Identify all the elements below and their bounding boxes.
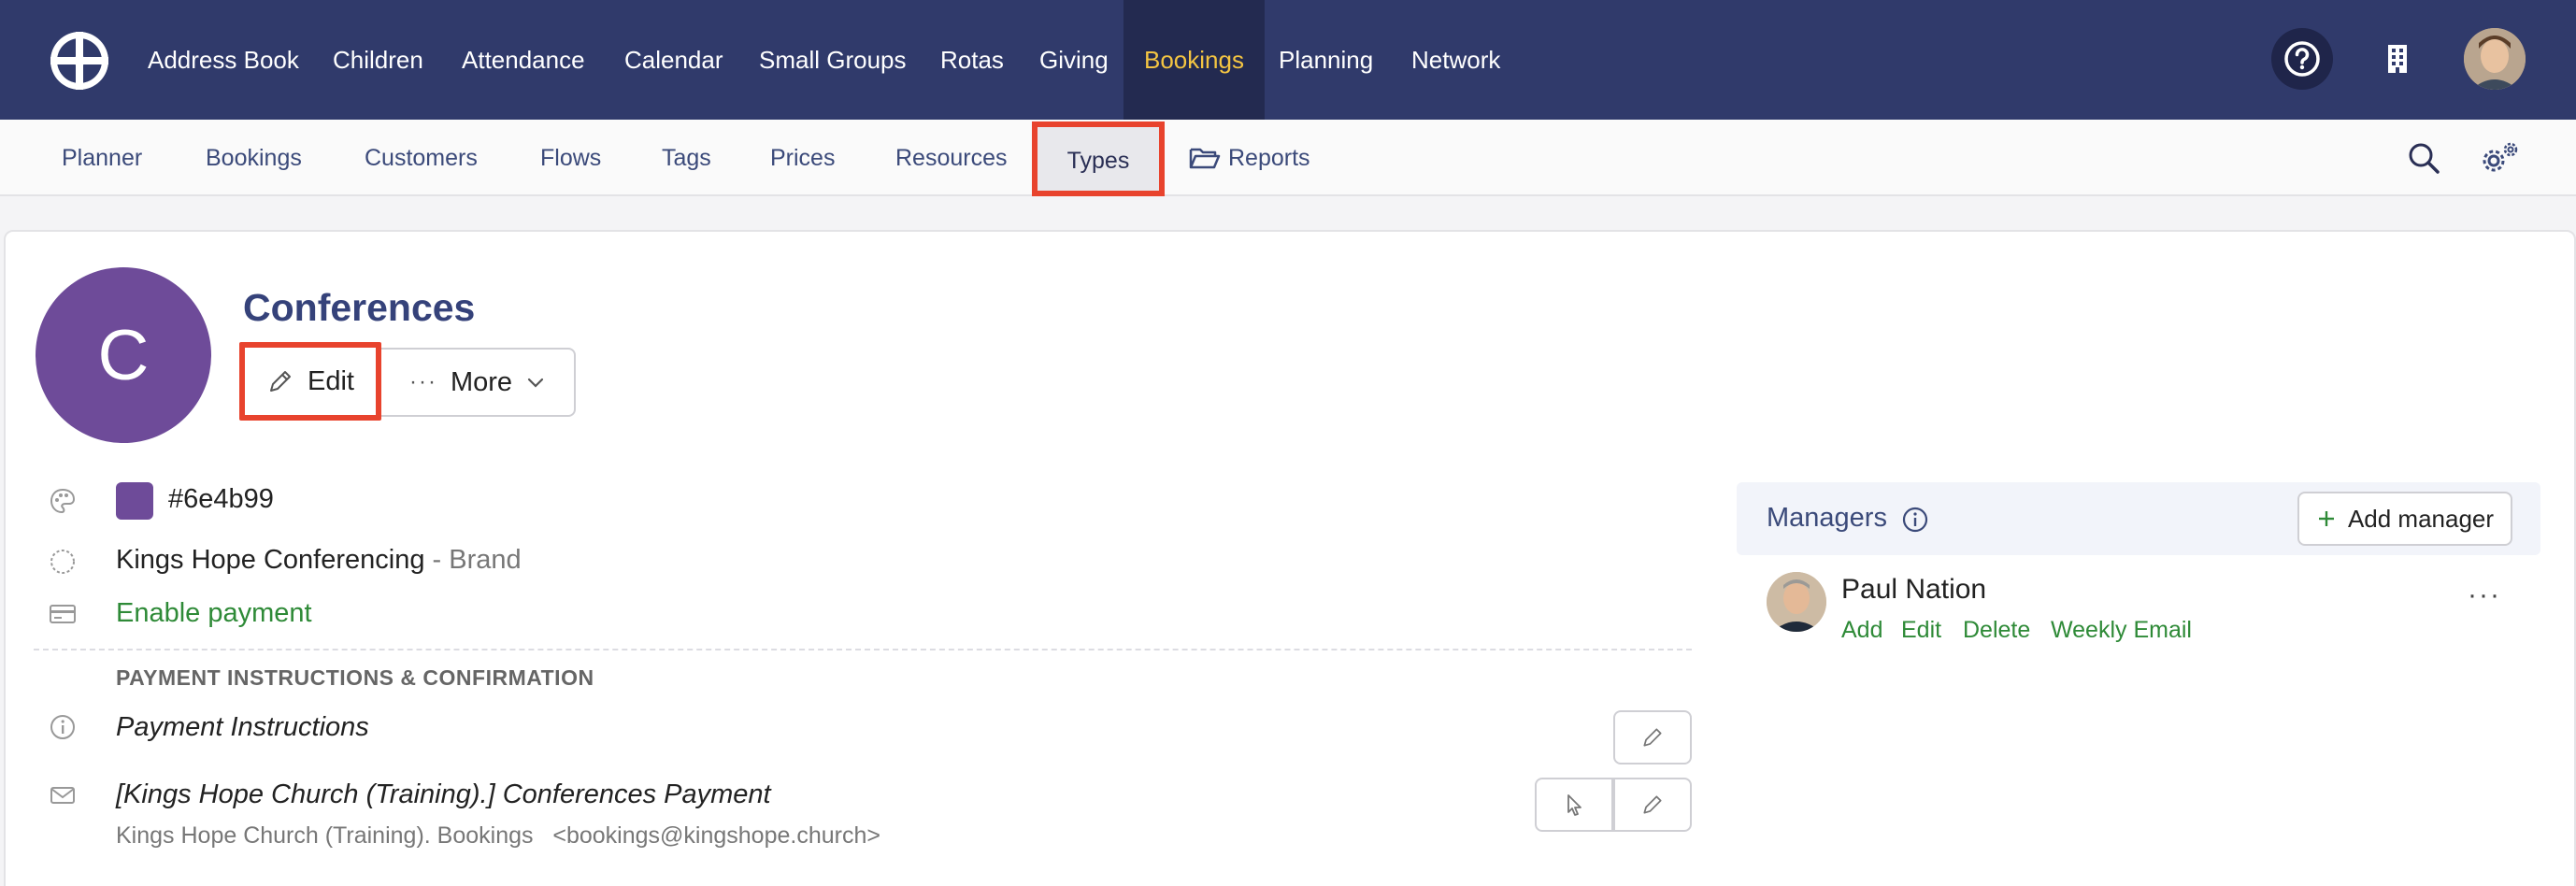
subnav-planner[interactable]: Planner bbox=[62, 120, 142, 196]
church-logo-icon[interactable] bbox=[49, 30, 110, 92]
pencil-icon bbox=[1643, 728, 1662, 747]
type-avatar: C bbox=[36, 267, 211, 443]
color-swatch bbox=[116, 482, 153, 520]
nav-network[interactable]: Network bbox=[1411, 0, 1500, 120]
nav-rotas[interactable]: Rotas bbox=[940, 0, 1004, 120]
pencil-icon bbox=[270, 371, 291, 392]
search-icon[interactable] bbox=[2406, 140, 2441, 176]
edit-button-label: Edit bbox=[308, 365, 354, 396]
plus-icon bbox=[2318, 511, 2334, 526]
email-sender: Kings Hope Church (Training). Bookings <… bbox=[116, 822, 880, 850]
help-icon bbox=[2284, 41, 2320, 77]
edit-button[interactable]: Edit bbox=[239, 342, 381, 421]
add-manager-button[interactable]: Add manager bbox=[2297, 492, 2512, 546]
sub-navigation: Planner Bookings Customers Flows Tags Pr… bbox=[0, 120, 2576, 196]
subnav-resources[interactable]: Resources bbox=[895, 120, 1008, 196]
user-avatar[interactable] bbox=[2464, 28, 2526, 90]
brand-row: Kings Hope Conferencing - Brand bbox=[116, 545, 522, 576]
subnav-tags[interactable]: Tags bbox=[662, 120, 711, 196]
settings-gear-icon[interactable] bbox=[2479, 140, 2520, 176]
nav-attendance[interactable]: Attendance bbox=[462, 0, 585, 120]
nav-giving[interactable]: Giving bbox=[1039, 0, 1109, 120]
building-icon bbox=[2388, 45, 2407, 73]
nav-children[interactable]: Children bbox=[333, 0, 423, 120]
nav-address-book[interactable]: Address Book bbox=[148, 0, 299, 120]
edit-instructions-button[interactable] bbox=[1613, 710, 1692, 765]
folder-open-icon bbox=[1189, 148, 1221, 169]
nav-calendar[interactable]: Calendar bbox=[624, 0, 723, 120]
envelope-icon bbox=[50, 787, 75, 804]
top-navigation: Address Book Children Attendance Calenda… bbox=[0, 0, 2576, 120]
manager-delete-link[interactable]: Delete bbox=[1963, 617, 2030, 644]
preview-email-button[interactable] bbox=[1535, 778, 1613, 832]
chevron-down-icon bbox=[527, 378, 544, 388]
subnav-reports[interactable]: Reports bbox=[1228, 120, 1310, 196]
edit-email-button[interactable] bbox=[1613, 778, 1692, 832]
user-avatar-image bbox=[2464, 28, 2526, 90]
ellipsis-icon: ··· bbox=[408, 369, 437, 394]
cursor-pointer-icon bbox=[1567, 794, 1581, 816]
manager-edit-link[interactable]: Edit bbox=[1901, 617, 1941, 644]
credit-card-icon bbox=[50, 605, 76, 623]
payment-section-heading: PAYMENT INSTRUCTIONS & CONFIRMATION bbox=[116, 665, 594, 690]
organisation-button[interactable] bbox=[2367, 28, 2428, 90]
managers-header: Managers Add manager bbox=[1737, 482, 2540, 555]
manager-avatar bbox=[1767, 572, 1826, 632]
subnav-types[interactable]: Types bbox=[1032, 121, 1165, 196]
manager-options-icon[interactable]: ··· bbox=[2468, 579, 2501, 611]
manager-weekly-email-link[interactable]: Weekly Email bbox=[2051, 617, 2192, 644]
page-title: Conferences bbox=[243, 286, 476, 329]
brand-badge-icon bbox=[50, 550, 75, 574]
subnav-prices[interactable]: Prices bbox=[770, 120, 835, 196]
nav-planning[interactable]: Planning bbox=[1279, 0, 1373, 120]
more-dropdown-button[interactable]: ··· More bbox=[381, 348, 576, 417]
managers-info-icon[interactable] bbox=[1901, 506, 1929, 534]
nav-small-groups[interactable]: Small Groups bbox=[759, 0, 907, 120]
subnav-flows[interactable]: Flows bbox=[540, 120, 601, 196]
email-sender-address: <bookings@kingshope.church> bbox=[552, 822, 880, 849]
info-icon bbox=[50, 715, 75, 739]
enable-payment-link[interactable]: Enable payment bbox=[116, 598, 312, 629]
manager-name[interactable]: Paul Nation bbox=[1841, 574, 1986, 606]
brand-suffix: - Brand bbox=[432, 545, 522, 575]
payment-instructions-title: Payment Instructions bbox=[116, 712, 369, 742]
pencil-icon bbox=[1643, 795, 1662, 814]
action-button-group: Edit ··· More bbox=[239, 342, 576, 421]
section-divider bbox=[34, 649, 1692, 650]
email-sender-name: Kings Hope Church (Training). Bookings bbox=[116, 822, 534, 849]
manager-avatar-image bbox=[1767, 572, 1826, 632]
subnav-customers[interactable]: Customers bbox=[365, 120, 478, 196]
help-button[interactable] bbox=[2271, 28, 2333, 90]
color-hex-value: #6e4b99 bbox=[168, 484, 274, 514]
email-subject: [Kings Hope Church (Training).] Conferen… bbox=[116, 779, 771, 809]
palette-icon bbox=[50, 488, 76, 514]
managers-title: Managers bbox=[1767, 503, 1887, 533]
add-manager-label: Add manager bbox=[2347, 504, 2495, 533]
subnav-bookings[interactable]: Bookings bbox=[206, 120, 302, 196]
more-button-label: More bbox=[450, 366, 513, 397]
nav-bookings[interactable]: Bookings bbox=[1123, 0, 1265, 120]
brand-name: Kings Hope Conferencing bbox=[116, 545, 425, 575]
manager-add-link[interactable]: Add bbox=[1841, 617, 1882, 644]
